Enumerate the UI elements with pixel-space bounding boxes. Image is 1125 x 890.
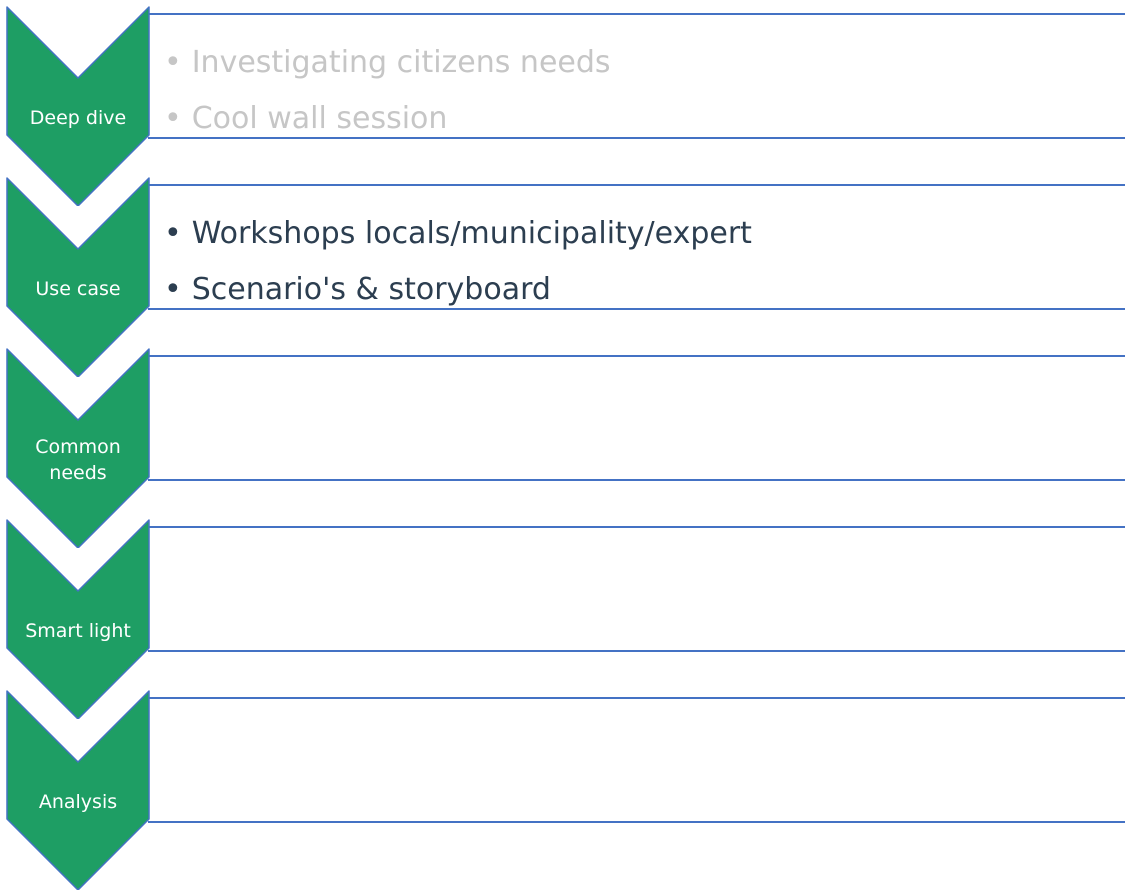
step-content-panel [148,526,1125,652]
step-content-panel [148,355,1125,481]
process-step: Smart light [0,519,1125,719]
process-step: Investigating citizens needsCool wall se… [0,6,1125,206]
step-label: Use case [35,278,121,300]
step-bullet-item: Investigating citizens needs [164,35,611,91]
step-bullet-item: Cool wall session [164,91,611,147]
process-step: Analysis [0,690,1125,890]
step-content-panel [148,697,1125,823]
step-label: Common needs [35,436,121,484]
process-step: Workshops locals/municipality/expertScen… [0,177,1125,377]
step-chevron: Use case [0,177,156,377]
step-chevron: Deep dive [0,6,156,206]
step-chevron: Smart light [0,519,156,719]
step-chevron: Common needs [0,348,156,548]
step-bullet-item: Workshops locals/municipality/expert [164,206,752,262]
process-diagram: Investigating citizens needsCool wall se… [0,0,1125,890]
step-bullet-list: Investigating citizens needsCool wall se… [164,35,611,147]
step-chevron: Analysis [0,690,156,890]
step-content-panel: Investigating citizens needsCool wall se… [148,13,1125,139]
process-step: Common needs [0,348,1125,548]
step-bullet-list: Workshops locals/municipality/expertScen… [164,206,752,318]
step-label: Deep dive [29,107,127,129]
step-content-panel: Workshops locals/municipality/expertScen… [148,184,1125,310]
step-bullet-item: Scenario's & storyboard [164,262,752,318]
step-label: Analysis [38,791,118,813]
step-label: Smart light [25,620,131,642]
